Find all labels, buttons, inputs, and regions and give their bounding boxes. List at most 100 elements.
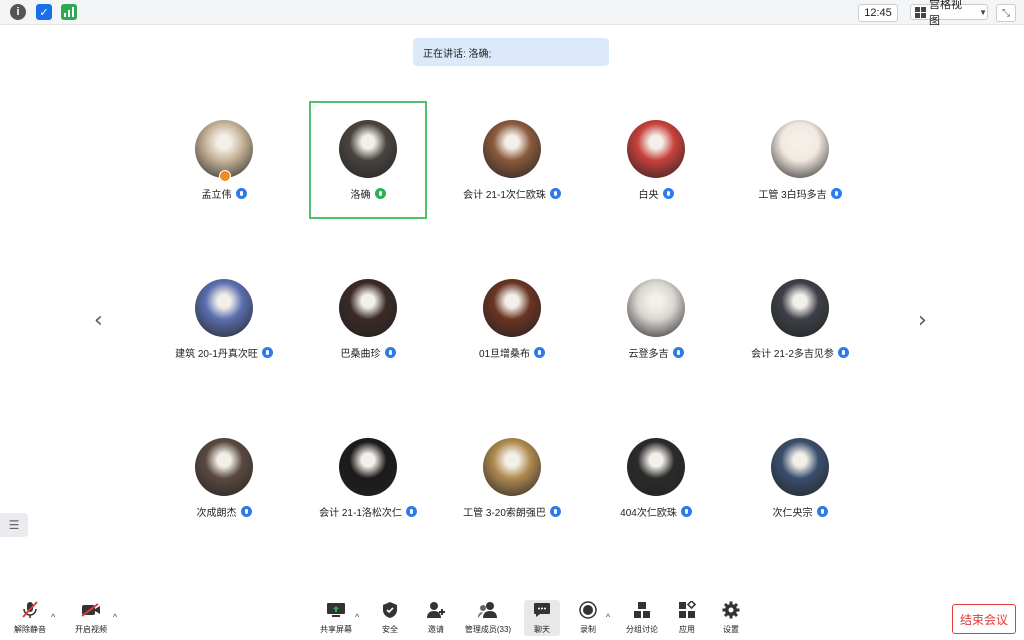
participant-tile[interactable]: 会计 21-2多吉见参 <box>741 260 859 378</box>
avatar <box>483 438 541 496</box>
mic-icon <box>662 188 674 199</box>
mic-icon <box>830 188 842 199</box>
start-video-button[interactable]: 开启视频 <box>73 600 109 640</box>
record-label: 录制 <box>580 625 596 634</box>
unmute-button[interactable]: 解除静音 <box>12 600 48 640</box>
video-options-caret-icon[interactable]: ^ <box>113 612 117 622</box>
invite-label: 邀请 <box>428 625 444 634</box>
avatar <box>627 438 685 496</box>
record-button[interactable]: 录制 <box>574 600 602 640</box>
view-switch-button[interactable]: 宫格视图 ▼ <box>910 0 988 27</box>
participant-name-row: 工管 3白玛多吉 <box>758 186 842 201</box>
chat-icon <box>532 600 552 620</box>
avatar <box>339 438 397 496</box>
participant-tile[interactable]: 洛确 <box>309 101 427 219</box>
shield-icon <box>380 600 400 620</box>
next-page-arrow-icon[interactable]: › <box>918 308 927 333</box>
record-options-caret-icon[interactable]: ^ <box>606 612 610 622</box>
avatar <box>195 120 253 182</box>
chat-button[interactable]: 聊天 <box>524 600 560 636</box>
participant-tile[interactable]: 建筑 20-1丹真次旺 <box>165 260 283 378</box>
participant-name: 01旦增桑布 <box>478 349 531 360</box>
participant-name-row: 工管 3-20索朗强巴 <box>463 504 561 519</box>
participant-name-row: 次成朗杰 <box>197 504 252 519</box>
participant-tile[interactable]: 次仁央宗 <box>741 419 859 537</box>
apps-label: 应用 <box>679 625 695 634</box>
participant-tile[interactable]: 01旦增桑布 <box>453 260 571 378</box>
participant-tile[interactable]: 工管 3白玛多吉 <box>741 101 859 219</box>
avatar <box>195 438 253 496</box>
participant-name-row: 404次仁欧珠 <box>620 504 692 519</box>
info-icon[interactable]: i <box>10 4 26 20</box>
avatar <box>771 120 829 178</box>
participant-name-row: 白央 <box>639 186 674 201</box>
participant-name: 孟立伟 <box>201 190 232 201</box>
mic-icon <box>384 347 396 358</box>
speaking-banner: 正在讲话: 洛确; <box>413 38 609 66</box>
breakout-button[interactable]: 分组讨论 <box>624 600 660 640</box>
share-screen-button[interactable]: 共享屏幕 <box>318 600 354 640</box>
add-user-icon <box>426 600 446 620</box>
avatar <box>339 279 397 337</box>
security-button[interactable]: 安全 <box>376 600 404 640</box>
participant-tile[interactable]: 孟立伟 <box>165 101 283 219</box>
signal-icon[interactable] <box>61 4 77 20</box>
avatar <box>195 279 253 337</box>
mic-icon <box>534 347 546 358</box>
side-list-icon[interactable]: ☰ <box>0 513 28 537</box>
members-icon <box>478 600 498 620</box>
participant-name: 工管 3-20索朗强巴 <box>463 508 546 519</box>
participant-name: 建筑 20-1丹真次旺 <box>175 349 258 360</box>
chat-label: 聊天 <box>534 625 550 634</box>
apps-icon <box>677 600 697 620</box>
share-options-caret-icon[interactable]: ^ <box>355 612 359 622</box>
participant-name-row: 会计 21-1次仁欧珠 <box>463 186 561 201</box>
shield-icon[interactable]: ✓ <box>36 4 52 20</box>
mic-icon <box>235 188 247 199</box>
mic-icon <box>240 506 252 517</box>
participant-name-row: 建筑 20-1丹真次旺 <box>175 345 273 360</box>
participant-name: 会计 21-1次仁欧珠 <box>463 190 546 201</box>
gear-icon <box>721 600 741 620</box>
top-bar: i ✓ 12:45 宫格视图 ▼ ⤡ <box>0 0 1024 27</box>
participant-tile[interactable]: 404次仁欧珠 <box>597 419 715 537</box>
video-off-icon <box>81 600 101 620</box>
mic-muted-icon <box>20 600 40 620</box>
participant-name: 404次仁欧珠 <box>620 508 677 519</box>
apps-button[interactable]: 应用 <box>673 600 701 640</box>
start-video-label: 开启视频 <box>75 625 107 634</box>
participant-tile[interactable]: 云登多吉 <box>597 260 715 378</box>
participant-tile[interactable]: 会计 21-1洛松次仁 <box>309 419 427 537</box>
chevron-down-icon: ▼ <box>979 7 987 17</box>
participant-tile[interactable]: 会计 21-1次仁欧珠 <box>453 101 571 219</box>
manage-members-label: 管理成员(33) <box>464 625 512 634</box>
mic-icon <box>672 347 684 358</box>
participant-name: 次成朗杰 <box>196 508 237 519</box>
manage-members-button[interactable]: 管理成员(33) <box>462 600 514 640</box>
mic-icon <box>816 506 828 517</box>
participant-name: 会计 21-2多吉见参 <box>751 349 834 360</box>
invite-button[interactable]: 邀请 <box>422 600 450 640</box>
avatar <box>627 120 685 178</box>
avatar <box>771 438 829 496</box>
settings-label: 设置 <box>723 625 739 634</box>
end-meeting-button[interactable]: 结束会议 <box>952 604 1016 634</box>
participant-tile[interactable]: 巴桑曲珍 <box>309 260 427 378</box>
participant-name-row: 孟立伟 <box>202 186 247 201</box>
bottom-toolbar: 解除静音 ^ 开启视频 ^ 共享屏幕 ^ 安全 邀请 管理成员(33) 聊天 录… <box>0 592 1024 640</box>
fullscreen-icon[interactable]: ⤡ <box>996 4 1016 22</box>
share-screen-label: 共享屏幕 <box>320 625 352 634</box>
participant-tile[interactable]: 工管 3-20索朗强巴 <box>453 419 571 537</box>
participant-tile[interactable]: 白央 <box>597 101 715 219</box>
prev-page-arrow-icon[interactable]: ‹ <box>94 308 103 333</box>
participant-name-row: 洛确 <box>351 186 386 201</box>
record-icon <box>578 600 598 620</box>
settings-button[interactable]: 设置 <box>717 600 745 640</box>
participant-tile[interactable]: 次成朗杰 <box>165 419 283 537</box>
audio-options-caret-icon[interactable]: ^ <box>51 612 55 622</box>
grid-icon <box>915 6 926 18</box>
mic-icon <box>549 188 561 199</box>
mic-icon <box>405 506 417 517</box>
participant-name: 白央 <box>638 190 659 201</box>
participant-name-row: 次仁央宗 <box>773 504 828 519</box>
